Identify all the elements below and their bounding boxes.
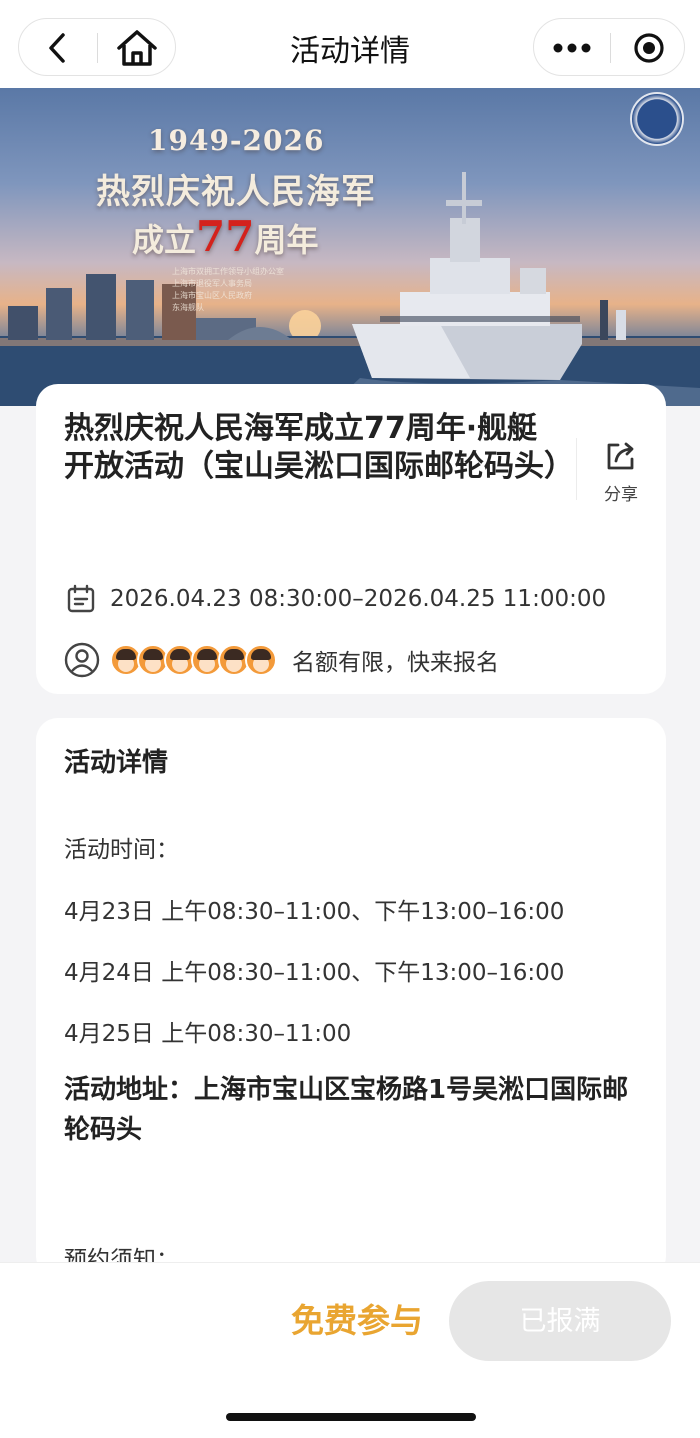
home-button[interactable] bbox=[98, 19, 176, 77]
event-title: 热烈庆祝人民海军成立77周年·舰艇开放活动（宝山吴淞口国际邮轮码头） bbox=[64, 411, 574, 484]
attendee-row: 名额有限，快来报名 bbox=[64, 640, 499, 680]
calendar-icon bbox=[67, 584, 95, 613]
nav-capsule-left bbox=[18, 18, 176, 76]
share-divider bbox=[576, 438, 577, 500]
event-datetime: 2026.04.23 08:30:00–2026.04.25 11:00:00 bbox=[110, 586, 607, 612]
event-info-card: 热烈庆祝人民海军成立77周年·舰艇开放活动（宝山吴淞口国际邮轮码头） 分享 20… bbox=[36, 384, 666, 694]
back-button[interactable] bbox=[19, 19, 97, 77]
bottom-action-bar: 免费参与 已报满 bbox=[0, 1262, 700, 1438]
more-icon bbox=[553, 43, 591, 53]
nav-capsule-right bbox=[533, 18, 685, 76]
close-button[interactable] bbox=[611, 19, 686, 77]
banner-organizer-line: 上海市退役军人事务局 bbox=[172, 279, 252, 288]
home-icon bbox=[117, 30, 157, 66]
event-banner: 1949-2026 热烈庆祝人民海军 成立77周年 上海市双拥工作领导小组办公室… bbox=[0, 88, 700, 406]
banner-organizer-line: 上海市双拥工作领导小组办公室 bbox=[172, 267, 284, 276]
banner-anniversary-suffix: 周年 bbox=[254, 221, 319, 259]
banner-scene bbox=[0, 172, 700, 406]
event-address: 活动地址：上海市宝山区宝杨路1号吴淞口国际邮轮码头 bbox=[64, 1075, 629, 1145]
schedule-item: 4月23日 上午08:30–11:00、下午13:00–16:00 bbox=[64, 899, 565, 925]
share-label: 分享 bbox=[604, 485, 638, 505]
schedule-item: 4月25日 上午08:30–11:00 bbox=[64, 1021, 352, 1047]
nav-bar: 活动详情 bbox=[0, 0, 700, 88]
close-icon bbox=[633, 33, 664, 63]
event-details-card: 活动详情 活动时间： 4月23日 上午08:30–11:00、下午13:00–1… bbox=[36, 718, 666, 1278]
banner-organizers: 上海市双拥工作领导小组办公室 上海市退役军人事务局 上海市宝山区人民政府 东海舰… bbox=[172, 266, 332, 314]
banner-anniversary: 成立77周年 bbox=[132, 212, 318, 261]
share-icon bbox=[607, 442, 634, 470]
banner-headline: 热烈庆祝人民海军 bbox=[96, 172, 376, 212]
page-title: 活动详情 bbox=[290, 34, 410, 69]
registration-full-button[interactable]: 已报满 bbox=[449, 1281, 671, 1361]
navy-emblem-logo bbox=[630, 92, 684, 146]
details-heading: 活动详情 bbox=[64, 748, 169, 778]
share-button[interactable]: 分享 bbox=[596, 440, 646, 505]
banner-organizer-line: 东海舰队 bbox=[172, 303, 204, 312]
user-icon bbox=[64, 642, 100, 678]
attendee-note: 名额有限，快来报名 bbox=[292, 650, 499, 676]
attendee-avatars bbox=[110, 644, 277, 676]
avatar bbox=[245, 644, 277, 676]
home-indicator[interactable] bbox=[226, 1413, 476, 1421]
banner-organizer-line: 上海市宝山区人民政府 bbox=[172, 291, 252, 300]
back-icon bbox=[49, 33, 65, 63]
free-participation-label: 免费参与 bbox=[291, 1301, 423, 1340]
banner-anniversary-prefix: 成立 bbox=[132, 221, 197, 259]
banner-years: 1949-2026 bbox=[148, 124, 325, 157]
banner-anniversary-number: 77 bbox=[196, 212, 255, 261]
event-date-row: 2026.04.23 08:30:00–2026.04.25 11:00:00 bbox=[66, 582, 606, 616]
time-label: 活动时间： bbox=[64, 837, 179, 863]
more-button[interactable] bbox=[534, 19, 610, 77]
schedule-item: 4月24日 上午08:30–11:00、下午13:00–16:00 bbox=[64, 960, 565, 986]
